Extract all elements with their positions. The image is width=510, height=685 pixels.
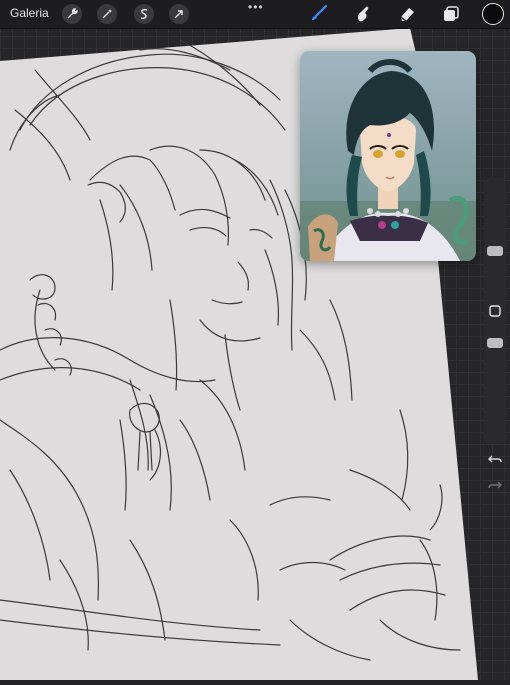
tool-sidebar xyxy=(484,178,506,489)
eraser-icon[interactable] xyxy=(396,3,418,25)
top-toolbar: Galeria ••• xyxy=(0,0,510,29)
color-swatch[interactable] xyxy=(482,3,504,25)
magic-wand-icon[interactable] xyxy=(97,4,117,24)
gallery-button[interactable]: Galeria xyxy=(10,6,49,20)
brush-size-slider[interactable] xyxy=(487,246,503,256)
reference-image-window[interactable] xyxy=(300,51,476,261)
redo-icon[interactable] xyxy=(484,474,506,496)
wrench-icon[interactable] xyxy=(62,4,82,24)
square-modifier-icon[interactable] xyxy=(488,304,502,318)
undo-icon[interactable] xyxy=(484,448,506,470)
more-dots-icon[interactable]: ••• xyxy=(248,0,264,14)
layers-icon[interactable] xyxy=(440,3,462,25)
opacity-slider[interactable] xyxy=(487,338,503,348)
selection-s-icon[interactable] xyxy=(134,4,154,24)
arrow-cursor-icon[interactable] xyxy=(169,4,189,24)
smudge-finger-icon[interactable] xyxy=(352,3,374,25)
brush-icon[interactable] xyxy=(308,3,330,25)
reference-portrait-image xyxy=(300,51,476,261)
